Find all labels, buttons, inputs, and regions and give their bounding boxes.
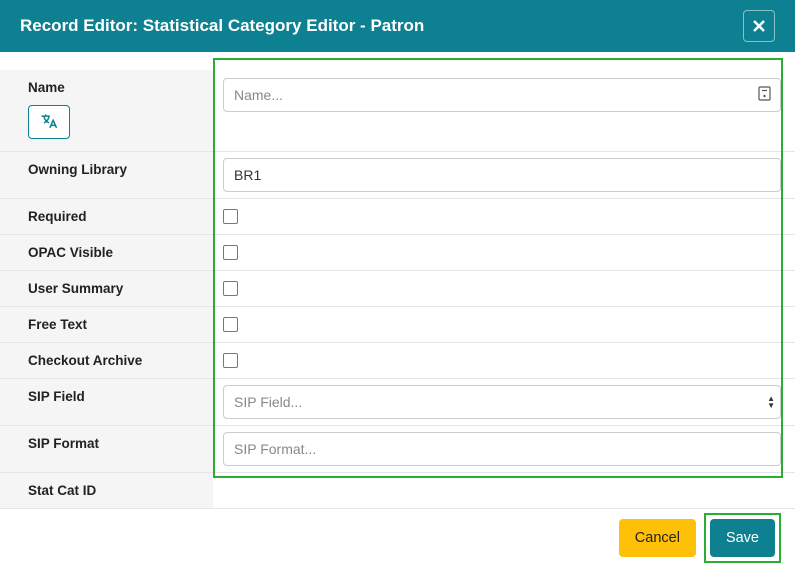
checkout-archive-checkbox[interactable] [223,353,238,368]
row-opac-visible: OPAC Visible [0,235,795,271]
label-owning-library-text: Owning Library [28,162,127,177]
label-checkout-archive-text: Checkout Archive [28,353,142,368]
sip-field-spinner-icon: ▲▼ [767,395,775,409]
cell-checkout-archive [213,343,795,378]
free-text-checkbox[interactable] [223,317,238,332]
cell-free-text [213,307,795,342]
cell-sip-field: SIP Field... ▲▼ [213,379,795,425]
cancel-button[interactable]: Cancel [619,519,696,557]
row-user-summary: User Summary [0,271,795,307]
label-stat-cat-id-text: Stat Cat ID [28,483,96,498]
row-free-text: Free Text [0,307,795,343]
label-required: Required [0,199,213,234]
row-stat-cat-id: Stat Cat ID [0,473,795,509]
label-sip-format: SIP Format [0,426,213,472]
close-button[interactable] [743,10,775,42]
name-input[interactable] [223,78,781,112]
dialog-footer: Cancel Save [619,513,781,563]
highlight-outline-save: Save [704,513,781,563]
close-icon [751,18,767,34]
row-sip-format: SIP Format [0,426,795,473]
dialog-header: Record Editor: Statistical Category Edit… [0,0,795,52]
save-button[interactable]: Save [710,519,775,557]
cell-opac-visible [213,235,795,270]
cell-stat-cat-id [213,473,795,508]
cell-name [213,70,795,151]
row-required: Required [0,199,795,235]
label-required-text: Required [28,209,87,224]
sip-field-select[interactable]: SIP Field... [223,385,781,419]
row-owning-library: Owning Library BR1 [0,152,795,199]
cell-required [213,199,795,234]
label-name-text: Name [28,80,65,95]
label-sip-field-text: SIP Field [28,389,85,404]
label-opac-visible-text: OPAC Visible [28,245,113,260]
row-sip-field: SIP Field SIP Field... ▲▼ [0,379,795,426]
label-user-summary: User Summary [0,271,213,306]
label-checkout-archive: Checkout Archive [0,343,213,378]
owning-library-select[interactable]: BR1 [223,158,781,192]
row-checkout-archive: Checkout Archive [0,343,795,379]
form-body: Name Owning Library BR1 R [0,52,795,509]
label-free-text: Free Text [0,307,213,342]
dialog-title: Record Editor: Statistical Category Edit… [20,16,424,36]
user-summary-checkbox[interactable] [223,281,238,296]
label-user-summary-text: User Summary [28,281,123,296]
sip-field-placeholder: SIP Field... [234,394,302,410]
required-checkbox[interactable] [223,209,238,224]
label-sip-field: SIP Field [0,379,213,425]
cell-sip-format [213,426,795,472]
label-free-text-text: Free Text [28,317,87,332]
owning-library-value: BR1 [234,167,261,183]
sip-format-input[interactable] [223,432,781,466]
label-opac-visible: OPAC Visible [0,235,213,270]
row-name: Name [0,70,795,152]
label-name: Name [0,70,213,151]
cell-owning-library: BR1 [213,152,795,198]
label-sip-format-text: SIP Format [28,436,99,451]
translate-icon [39,112,59,132]
label-owning-library: Owning Library [0,152,213,198]
label-stat-cat-id: Stat Cat ID [0,473,213,508]
translate-button[interactable] [28,105,70,139]
opac-visible-checkbox[interactable] [223,245,238,260]
cell-user-summary [213,271,795,306]
